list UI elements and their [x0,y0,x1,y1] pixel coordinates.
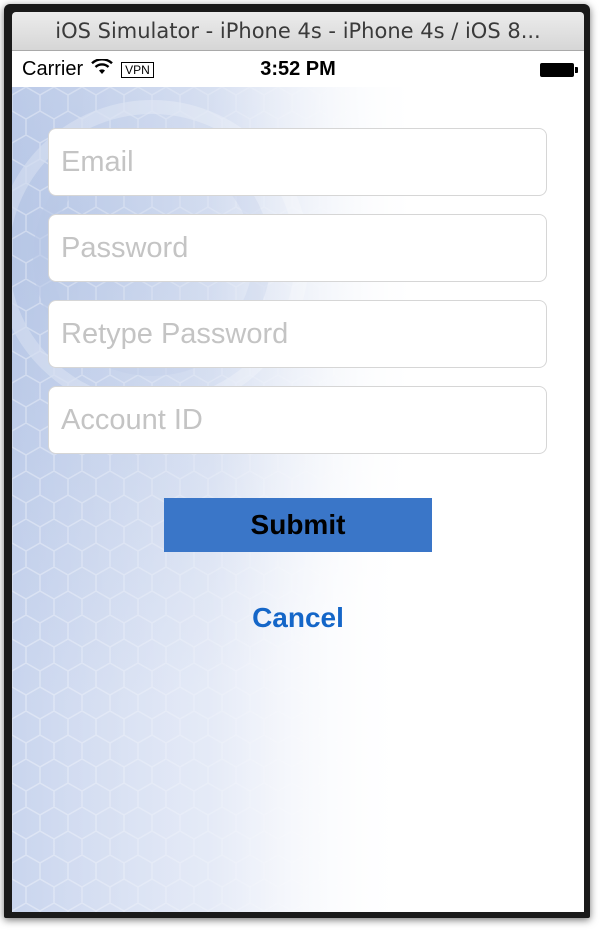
retype-password-field[interactable] [48,300,547,368]
submit-button[interactable]: Submit [164,498,432,552]
window-title: iOS Simulator - iPhone 4s - iPhone 4s / … [55,19,541,43]
battery-icon [540,63,578,77]
account-id-field[interactable] [48,386,547,454]
status-bar: Carrier VPN 3:52 PM [12,51,584,87]
email-field[interactable] [48,128,547,196]
cancel-button[interactable]: Cancel [12,602,584,634]
window-titlebar[interactable]: iOS Simulator - iPhone 4s - iPhone 4s / … [12,12,584,51]
password-field[interactable] [48,214,547,282]
status-time: 3:52 PM [260,58,336,80]
device-screen: Carrier VPN 3:52 PM Submit Cancel [12,51,584,912]
